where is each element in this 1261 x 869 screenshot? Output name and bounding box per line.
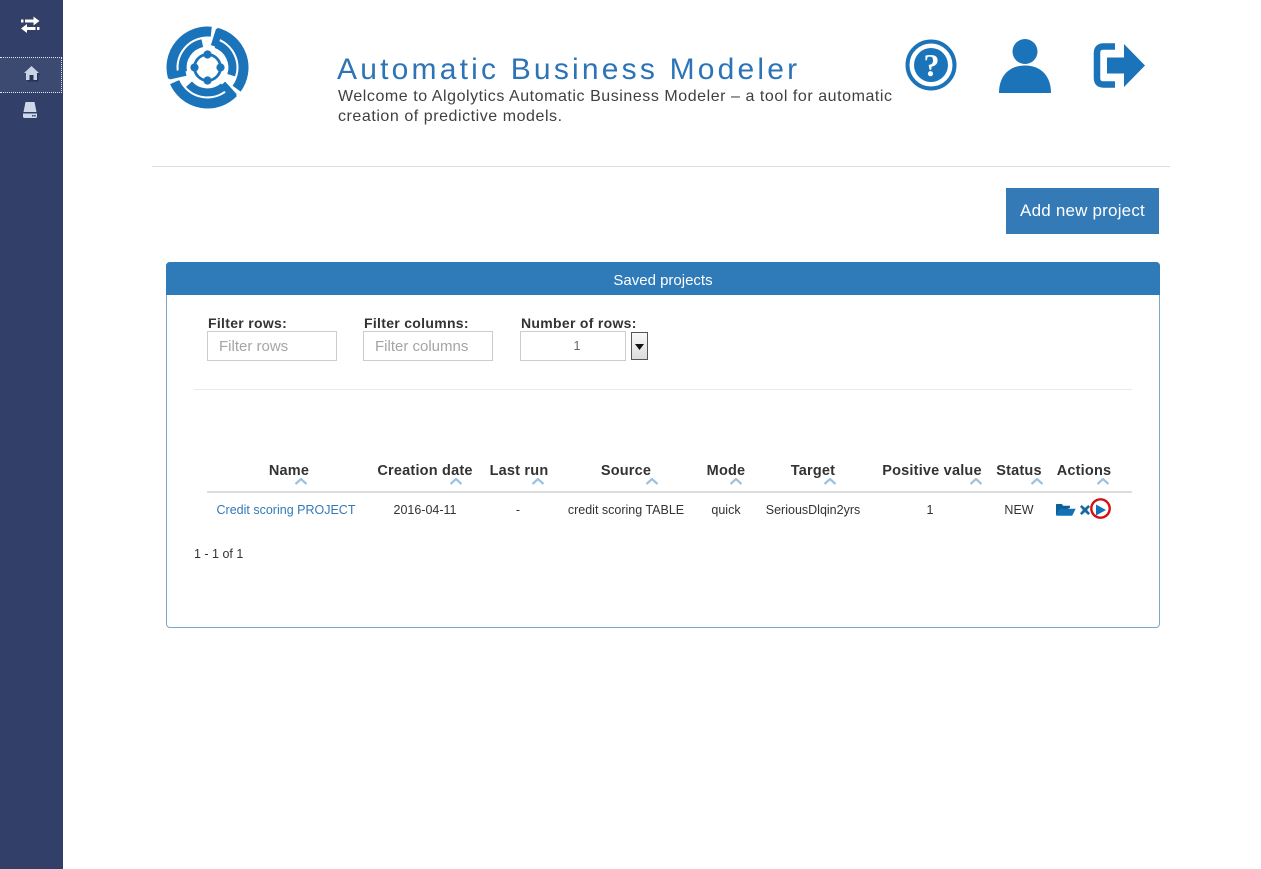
svg-text:?: ? [924,47,940,83]
